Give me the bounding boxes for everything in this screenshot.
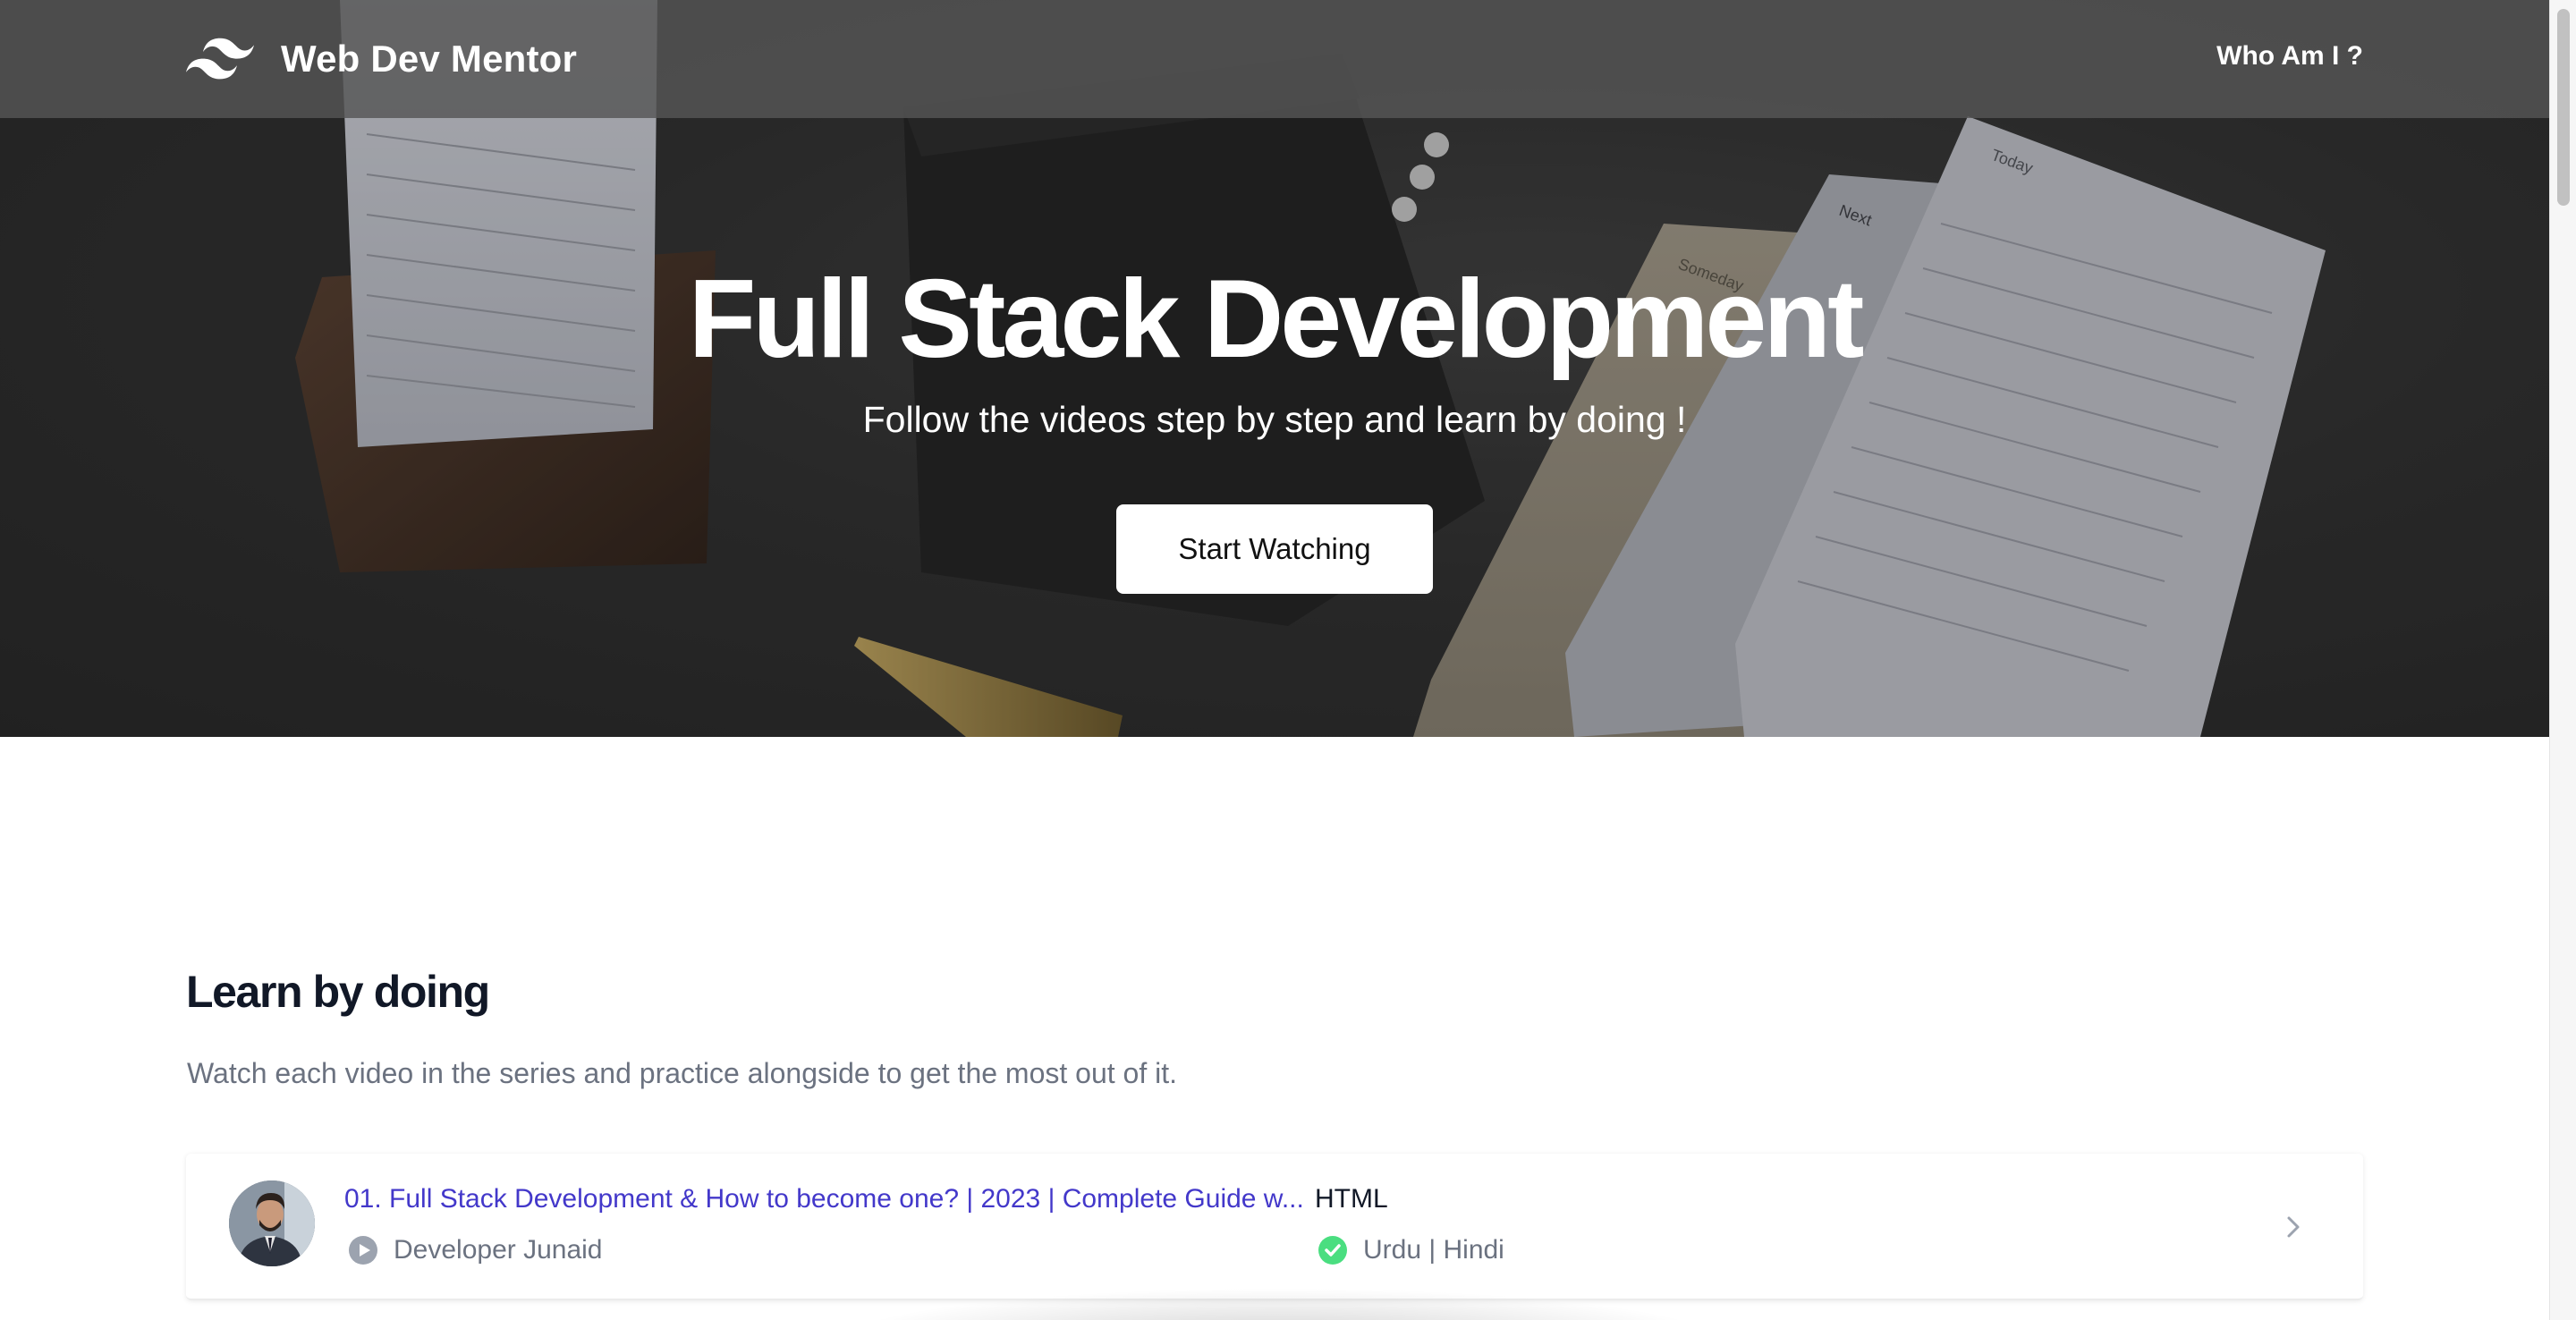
video-list-item[interactable]: 01. Full Stack Development & How to beco… [186, 1154, 2363, 1300]
hero-banner: Someday Next Today Web Dev Mentor Who Am… [0, 0, 2549, 737]
check-circle-icon [1318, 1236, 1347, 1265]
hero-title: Full Stack Development [688, 258, 1865, 381]
play-circle-icon [349, 1236, 377, 1265]
author-row: Developer Junaid [347, 1232, 602, 1268]
chevron-right-icon[interactable] [2275, 1209, 2311, 1245]
author-name: Developer Junaid [394, 1235, 603, 1265]
avatar [229, 1180, 315, 1266]
tailwind-logo-icon [186, 38, 254, 80]
who-am-i-link[interactable]: Who Am I ? [2216, 41, 2363, 72]
video-topic: HTML [1315, 1184, 1388, 1214]
language-label: Urdu | Hindi [1363, 1235, 1504, 1265]
scrollbar-thumb[interactable] [2557, 9, 2570, 206]
page: Someday Next Today Web Dev Mentor Who Am… [0, 0, 2576, 1320]
start-watching-button[interactable]: Start Watching [1116, 504, 1433, 594]
author-avatar-image [229, 1180, 315, 1266]
language-row: Urdu | Hindi [1317, 1232, 1504, 1268]
top-navbar: Web Dev Mentor Who Am I ? [0, 0, 2549, 118]
brand[interactable]: Web Dev Mentor [186, 30, 577, 88]
section-description: Watch each video in the series and pract… [187, 1057, 1177, 1089]
brand-name: Web Dev Mentor [281, 38, 578, 80]
vertical-scrollbar[interactable] [2549, 0, 2576, 1320]
video-title[interactable]: 01. Full Stack Development & How to beco… [344, 1184, 1476, 1214]
section-title: Learn by doing [186, 967, 490, 1017]
hero-subtitle: Follow the videos step by step and learn… [862, 399, 1687, 440]
